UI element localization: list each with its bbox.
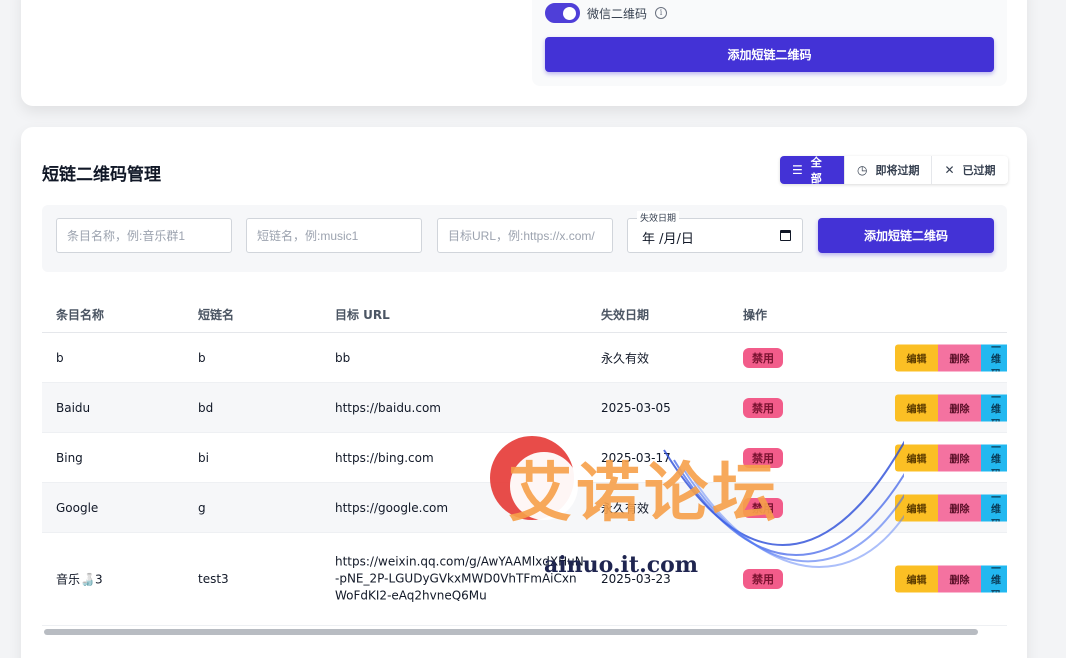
table-header: 条目名称 短链名 目标 URL 失效日期 操作 xyxy=(42,292,1007,333)
row-actions: 编辑 删除 二维码 xyxy=(895,494,1007,521)
add-short-qr-button[interactable]: 添加短链二维码 xyxy=(818,218,994,253)
cell-name: Baidu xyxy=(56,400,91,415)
qr-button[interactable]: 二维码 xyxy=(981,394,1007,421)
header-short: 短链名 xyxy=(198,308,235,322)
watermark-title: 艾诺论坛 xyxy=(508,457,780,531)
cell-short: g xyxy=(198,500,206,515)
filter-expiring-label: 即将过期 xyxy=(875,164,920,177)
info-icon[interactable]: i xyxy=(655,7,667,19)
disable-button[interactable]: 禁用 xyxy=(743,569,783,589)
cell-short: test3 xyxy=(198,572,229,586)
table-row: b b bb 永久有效 禁用 编辑 删除 二维码 xyxy=(42,333,1007,383)
cell-name: Bing xyxy=(56,450,83,465)
short-qr-management-card: 短链二维码管理 ☰ 全部 ◷ 即将过期 ✕ 已过期 失效日期 年 /月/日 添加… xyxy=(21,127,1027,658)
header-url: 目标 URL xyxy=(335,308,390,322)
edit-button[interactable]: 编辑 xyxy=(895,344,938,371)
expire-date-input[interactable]: 失效日期 年 /月/日 xyxy=(627,211,803,253)
filter-expired-label: 已过期 xyxy=(962,164,996,177)
edit-button[interactable]: 编辑 xyxy=(895,494,938,521)
filter-tabs: ☰ 全部 ◷ 即将过期 ✕ 已过期 xyxy=(780,156,1008,184)
watermark-domain: ainuo.it.com xyxy=(544,552,699,578)
row-actions: 编辑 删除 二维码 xyxy=(895,394,1007,421)
top-form-panel: 微信二维码 i 添加短链二维码 xyxy=(532,0,1007,86)
clock-icon: ◷ xyxy=(857,163,868,177)
expire-date-value: 年 /月/日 xyxy=(642,232,694,247)
cell-name: b xyxy=(56,350,64,365)
cell-short: b xyxy=(198,350,206,365)
filter-expired[interactable]: ✕ 已过期 xyxy=(932,156,1008,184)
row-actions: 编辑 删除 二维码 xyxy=(895,565,1007,593)
cell-url: https://baidu.com xyxy=(335,400,441,415)
calendar-icon[interactable] xyxy=(780,230,791,241)
cell-url: https://google.com xyxy=(335,500,449,515)
short-name-input[interactable] xyxy=(246,218,422,253)
row-actions: 编辑 删除 二维码 xyxy=(895,344,1007,371)
cell-url: bb xyxy=(335,350,351,365)
add-short-qr-button-top[interactable]: 添加短链二维码 xyxy=(545,37,994,72)
row-actions: 编辑 删除 二维码 xyxy=(895,444,1007,471)
disable-button[interactable]: 禁用 xyxy=(743,397,783,418)
horizontal-scrollbar[interactable] xyxy=(44,629,978,635)
qr-button[interactable]: 二维码 xyxy=(981,494,1007,521)
cell-name: 音乐🍶3 xyxy=(56,572,103,587)
toggle-knob xyxy=(563,7,576,20)
page-title: 短链二维码管理 xyxy=(42,165,161,185)
delete-button[interactable]: 删除 xyxy=(938,494,981,521)
filter-all-label: 全部 xyxy=(810,156,822,184)
delete-button[interactable]: 删除 xyxy=(938,565,981,593)
filter-all[interactable]: ☰ 全部 xyxy=(780,156,845,184)
filter-expiring[interactable]: ◷ 即将过期 xyxy=(845,156,933,184)
qr-button[interactable]: 二维码 xyxy=(981,444,1007,471)
delete-button[interactable]: 删除 xyxy=(938,444,981,471)
cell-short: bd xyxy=(198,400,214,415)
qr-button[interactable]: 二维码 xyxy=(981,565,1007,593)
header-expire: 失效日期 xyxy=(601,308,650,322)
disable-button[interactable]: 禁用 xyxy=(743,347,783,368)
header-actions: 操作 xyxy=(743,308,768,322)
table-row: 音乐🍶3 test3 https://weixin.qq.com/g/AwYAA… xyxy=(42,533,1007,626)
table-row: Baidu bd https://baidu.com 2025-03-05 禁用… xyxy=(42,383,1007,433)
entry-name-input[interactable] xyxy=(56,218,232,253)
qr-button[interactable]: 二维码 xyxy=(981,344,1007,371)
close-icon: ✕ xyxy=(944,163,955,177)
top-card: 微信二维码 i 添加短链二维码 xyxy=(21,0,1027,106)
cell-expire: 永久有效 xyxy=(601,351,650,365)
expire-date-label: 失效日期 xyxy=(637,211,680,224)
delete-button[interactable]: 删除 xyxy=(938,344,981,371)
list-icon: ☰ xyxy=(792,163,803,177)
header-name: 条目名称 xyxy=(56,308,105,322)
cell-name: Google xyxy=(56,500,99,515)
edit-button[interactable]: 编辑 xyxy=(895,394,938,421)
cell-url: https://bing.com xyxy=(335,450,434,465)
cell-short: bi xyxy=(198,450,209,465)
wechat-qr-label: 微信二维码 xyxy=(587,7,648,21)
edit-button[interactable]: 编辑 xyxy=(895,444,938,471)
wechat-qr-toggle[interactable] xyxy=(545,3,580,23)
cell-expire: 2025-03-05 xyxy=(601,400,671,415)
target-url-input[interactable] xyxy=(437,218,613,253)
edit-button[interactable]: 编辑 xyxy=(895,565,938,593)
add-form: 失效日期 年 /月/日 添加短链二维码 xyxy=(42,205,1007,272)
delete-button[interactable]: 删除 xyxy=(938,394,981,421)
